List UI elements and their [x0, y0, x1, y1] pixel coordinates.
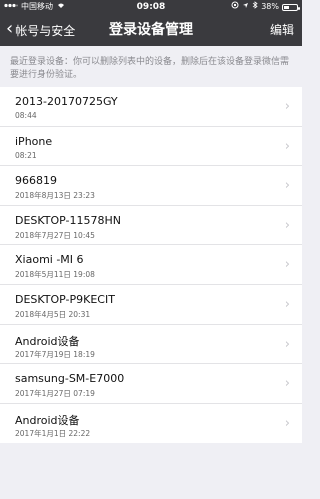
device-name: 966819	[15, 174, 57, 188]
device-name: 2013-20170725GY	[15, 95, 118, 108]
header: 中国移动 09:08 38% ‹ 帐号与安全 登录设备管理 编辑	[0, 0, 302, 46]
device-name: Android设备	[15, 334, 80, 348]
device-last-login: 08:21	[15, 150, 37, 160]
device-row[interactable]: Xiaomi -MI 6 2018年5月11日 19:08 ›	[0, 245, 302, 285]
device-last-login: 2017年1月27日 07:19	[15, 389, 95, 399]
bluetooth-icon	[252, 0, 258, 14]
battery-percent: 38%	[261, 2, 279, 11]
chevron-right-icon: ›	[284, 178, 290, 194]
device-name: samsung-SM-E7000	[15, 372, 125, 386]
device-last-login: 2017年7月19日 18:19	[15, 349, 95, 359]
device-row[interactable]: iPhone 08:21 ›	[0, 127, 302, 167]
status-bar: 中国移动 09:08 38%	[0, 0, 302, 14]
battery-icon	[282, 4, 300, 11]
device-last-login: 08:44	[15, 111, 37, 120]
page-title: 登录设备管理	[109, 22, 193, 38]
device-last-login: 2018年5月11日 19:08	[15, 270, 95, 280]
device-row[interactable]: 2013-20170725GY 08:44 ›	[0, 87, 302, 127]
device-last-login: 2018年8月13日 23:23	[15, 191, 95, 201]
chevron-right-icon: ›	[284, 376, 290, 392]
device-row[interactable]: samsung-SM-E7000 2017年1月27日 07:19 ›	[0, 364, 302, 404]
page-background	[0, 443, 302, 499]
device-last-login: 2018年7月27日 10:45	[15, 230, 95, 240]
device-name: Xiaomi -MI 6	[15, 253, 84, 267]
device-list: 2013-20170725GY 08:44 › iPhone 08:21 › 966819 2…	[0, 87, 302, 444]
device-name: Android设备	[15, 413, 80, 427]
edit-button[interactable]: 编辑	[270, 14, 294, 46]
device-last-login: 2018年4月5日 20:31	[15, 309, 91, 319]
chevron-right-icon: ›	[284, 99, 290, 114]
device-row[interactable]: 966819 2018年8月13日 23:23 ›	[0, 166, 302, 206]
status-right: 38%	[231, 0, 300, 14]
device-name: DESKTOP-P9KECIT	[15, 292, 115, 306]
device-name: DESKTOP-11578HN	[15, 213, 121, 227]
device-row[interactable]: Android设备 2017年7月19日 18:19 ›	[0, 325, 302, 365]
orientation-lock-icon	[231, 0, 239, 14]
device-name: iPhone	[15, 134, 53, 148]
chevron-right-icon: ›	[284, 138, 290, 154]
device-last-login: 2017年1月1日 22:22	[15, 428, 91, 438]
device-row[interactable]: Android设备 2017年1月1日 22:22 ›	[0, 404, 302, 444]
chevron-right-icon: ›	[284, 336, 290, 352]
location-icon	[242, 0, 249, 14]
devices-hint: 最近登录设备：你可以删除列表中的设备，删除后在该设备登录微信需要进行身份验证。	[10, 57, 290, 80]
device-row[interactable]: DESKTOP-11578HN 2018年7月27日 10:45 ›	[0, 206, 302, 246]
nav-bar: ‹ 帐号与安全 登录设备管理 编辑	[0, 14, 302, 46]
chevron-right-icon: ›	[284, 415, 290, 431]
chevron-right-icon: ›	[284, 257, 290, 273]
device-row[interactable]: DESKTOP-P9KECIT 2018年4月5日 20:31 ›	[0, 285, 302, 325]
chevron-right-icon: ›	[284, 296, 290, 312]
chevron-right-icon: ›	[284, 217, 290, 233]
